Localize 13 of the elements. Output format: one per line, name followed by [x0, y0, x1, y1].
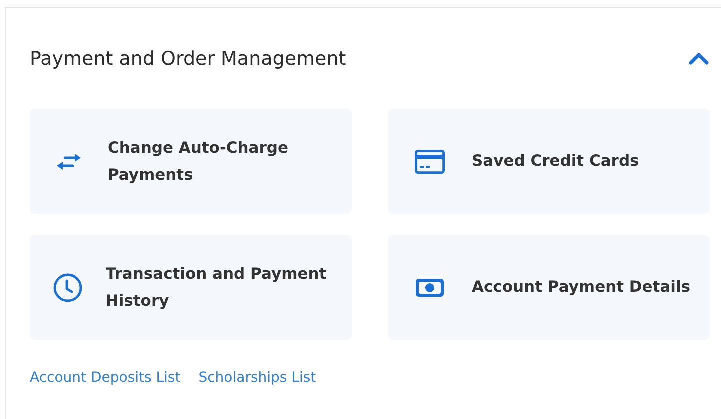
menu-card[interactable]: Account Payment Details	[388, 235, 710, 340]
menu-card[interactable]: Saved Credit Cards	[388, 109, 710, 214]
chevron-icon	[688, 52, 710, 66]
list-link[interactable]: Scholarships List	[198, 370, 316, 386]
list-link[interactable]: Account Deposits List	[30, 370, 181, 386]
collapse-button[interactable]	[688, 52, 710, 66]
menu-card[interactable]: Change Auto-Charge Payments	[30, 109, 352, 214]
banknote-icon	[415, 278, 445, 298]
swap-arrows-icon	[56, 152, 82, 170]
credit-card-icon	[415, 150, 445, 174]
menu-card[interactable]: Transaction and Payment History	[30, 235, 352, 340]
clock-icon	[52, 272, 83, 302]
section-title: Payment and Order Management	[30, 48, 346, 70]
